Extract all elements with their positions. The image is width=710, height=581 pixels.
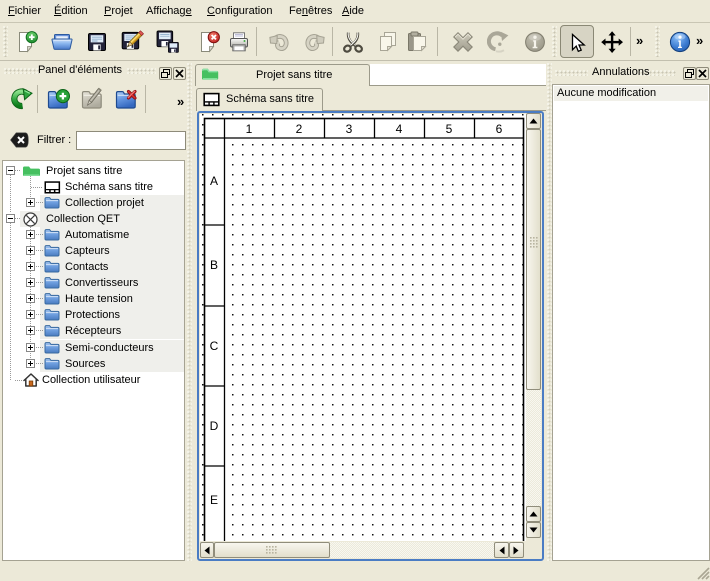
- svg-text:B: B: [210, 258, 218, 272]
- svg-text:4: 4: [396, 122, 403, 136]
- svg-text:E: E: [210, 493, 218, 507]
- svg-text:1: 1: [246, 122, 253, 136]
- svg-text:5: 5: [446, 122, 453, 136]
- svg-text:2: 2: [296, 122, 303, 136]
- svg-text:6: 6: [496, 122, 503, 136]
- svg-text:A: A: [210, 174, 218, 188]
- svg-text:D: D: [210, 419, 219, 433]
- svg-text:C: C: [210, 339, 219, 353]
- svg-text:3: 3: [346, 122, 353, 136]
